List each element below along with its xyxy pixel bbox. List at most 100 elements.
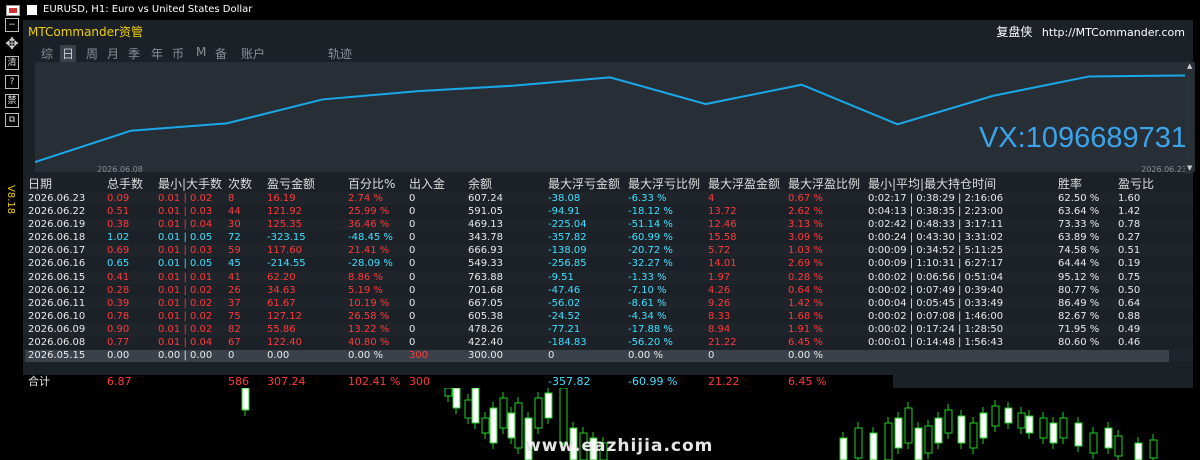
cell-mdd: -38.08 bbox=[548, 193, 581, 204]
tab-6[interactable]: 币 bbox=[172, 45, 184, 62]
tab-1[interactable]: 日 bbox=[60, 45, 77, 62]
total-mddp: -60.99 % bbox=[628, 375, 678, 388]
cell-mddp: -1.33 % bbox=[628, 271, 667, 283]
tab-5[interactable]: 年 bbox=[151, 45, 163, 62]
restore-button[interactable]: ⧉ bbox=[5, 113, 19, 127]
column-header[interactable]: 次数 bbox=[228, 177, 252, 192]
tab-0[interactable]: 综 bbox=[41, 45, 53, 62]
cell-lots: 0.38 bbox=[107, 219, 130, 231]
cell-pf: 0.51 bbox=[1118, 245, 1141, 257]
clear-button[interactable]: 清 bbox=[5, 56, 19, 70]
cell-date: 2026.06.09 bbox=[28, 323, 86, 335]
tab-3[interactable]: 月 bbox=[107, 45, 119, 62]
tab-8[interactable]: 备 bbox=[215, 45, 227, 62]
help-button[interactable]: ? bbox=[5, 75, 19, 89]
column-header[interactable]: 出入金 bbox=[409, 177, 445, 192]
column-header[interactable]: 最小|大手数 bbox=[158, 177, 222, 192]
cell-pct: 2.74 % bbox=[348, 193, 383, 204]
settings-button[interactable]: 禁 bbox=[5, 94, 19, 108]
table-row[interactable]: 2026.06.19 0.38 0.01 | 0.04 30 125.35 36.46 %… bbox=[23, 218, 1193, 232]
cell-pct: 36.46 % bbox=[348, 219, 390, 231]
move-icon[interactable]: ✥ bbox=[5, 36, 19, 52]
table-row[interactable]: 2026.06.16 0.65 0.01 | 0.05 45 -214.55 -28.09… bbox=[23, 257, 1193, 271]
cell-hold: 0:00:24 | 0:43:30 | 3:31:02 bbox=[868, 232, 1004, 244]
total-count: 586 bbox=[228, 375, 249, 388]
cell-mfe: 4 bbox=[708, 193, 715, 204]
cell-mfe: 0 bbox=[708, 350, 715, 362]
table-row[interactable]: 2026.05.15 0.00 0.00 | 0.00 0 0.00 0.00 % 300 3… bbox=[23, 349, 1193, 363]
column-header[interactable]: 最大浮盈金额 bbox=[708, 177, 780, 192]
table-row[interactable]: 2026.06.08 0.77 0.01 | 0.04 67 122.40 40.80 %… bbox=[23, 336, 1193, 350]
curve-scrollbar[interactable]: ▲ ▼ bbox=[1185, 62, 1193, 174]
column-header[interactable]: 最大浮亏金额 bbox=[548, 177, 620, 192]
column-header[interactable]: 总手数 bbox=[107, 177, 143, 192]
cell-pf: 1.60 bbox=[1118, 193, 1141, 204]
candle-body bbox=[1059, 417, 1068, 439]
table-row[interactable]: 2026.06.22 0.51 0.01 | 0.03 44 121.92 25.99 %… bbox=[23, 205, 1193, 219]
cell-mfe: 15.58 bbox=[708, 232, 737, 244]
candle-body bbox=[514, 402, 523, 449]
column-header[interactable]: 余额 bbox=[468, 177, 492, 192]
equity-point bbox=[417, 90, 420, 92]
column-header[interactable]: 百分比% bbox=[348, 177, 395, 192]
cell-balance: 478.26 bbox=[468, 323, 503, 335]
daily-stats-table: 日期 总手数 最小|大手数 次数 盈亏金额 百分比% 出入金 余额 最大浮亏金额 最大浮亏比例 最大… bbox=[23, 177, 1193, 363]
column-header[interactable]: 最大浮亏比例 bbox=[628, 177, 700, 192]
cell-count: 82 bbox=[228, 323, 241, 335]
cell-hold: 0:02:17 | 0:38:29 | 2:16:06 bbox=[868, 193, 1004, 204]
cell-mfep: 3.09 % bbox=[788, 232, 823, 244]
tab-2[interactable]: 周 bbox=[86, 45, 98, 62]
cell-io: 0 bbox=[409, 297, 416, 309]
cell-mdd: -24.52 bbox=[548, 310, 581, 322]
table-row[interactable]: 2026.06.18 1.02 0.01 | 0.05 72 -323.15 -48.45… bbox=[23, 231, 1193, 245]
table-row[interactable]: 2026.06.09 0.90 0.01 | 0.02 82 55.86 13.22 % 0… bbox=[23, 322, 1193, 337]
cell-mfep: 1.42 % bbox=[788, 297, 823, 309]
chart-title: EURUSD, H1: Euro vs United States Dollar bbox=[43, 4, 253, 15]
table-row[interactable]: 2026.06.15 0.41 0.01 | 0.01 41 62.20 8.86 % 0 7… bbox=[23, 270, 1193, 284]
cell-mfep: 0.64 % bbox=[788, 284, 823, 296]
tab-10[interactable]: 轨迹 bbox=[328, 45, 352, 62]
cell-date: 2026.06.08 bbox=[28, 337, 86, 349]
cell-io: 0 bbox=[409, 271, 416, 283]
scroll-down-icon[interactable]: ▼ bbox=[1187, 164, 1192, 172]
table-row[interactable]: 2026.06.10 0.78 0.01 | 0.02 75 127.12 26.58 %… bbox=[23, 309, 1193, 323]
column-header[interactable]: 日期 bbox=[28, 177, 52, 192]
tab-4[interactable]: 季 bbox=[128, 45, 140, 62]
table-row[interactable]: 2026.06.17 0.69 0.01 | 0.03 59 117.60 21.41 %… bbox=[23, 244, 1193, 258]
candle-body bbox=[1149, 439, 1158, 459]
cell-date: 2026.05.15 bbox=[28, 350, 86, 362]
table-row[interactable]: 2026.06.11 0.39 0.01 | 0.02 37 61.67 10.19 % 0… bbox=[23, 296, 1193, 310]
cell-count: 0 bbox=[228, 350, 235, 362]
column-header[interactable]: 最大浮盈比例 bbox=[788, 177, 860, 192]
table-row[interactable]: 2026.06.23 0.09 0.01 | 0.02 8 16.19 2.74 % 0 60… bbox=[23, 192, 1193, 206]
scroll-up-icon[interactable]: ▲ bbox=[1187, 62, 1192, 70]
column-header[interactable]: 盈亏金额 bbox=[267, 177, 315, 192]
panel-brand-link[interactable]: 复盘侠 http://MTCommander.com bbox=[996, 23, 1185, 40]
brand-url[interactable]: http://MTCommander.com bbox=[1042, 26, 1185, 39]
cell-pf: 0.49 bbox=[1118, 323, 1141, 335]
column-header[interactable]: 胜率 bbox=[1058, 177, 1082, 192]
candle-body bbox=[969, 422, 978, 449]
checkbox-icon[interactable] bbox=[27, 5, 37, 15]
cell-io: 0 bbox=[409, 323, 416, 335]
cell-mfe: 12.46 bbox=[708, 219, 737, 231]
candle-body bbox=[869, 432, 878, 460]
table-row[interactable]: 2026.06.12 0.28 0.01 | 0.02 26 34.63 5.19 % 0 7… bbox=[23, 283, 1193, 297]
cell-mddp: 0.00 % bbox=[628, 350, 663, 362]
cell-pct: 10.19 % bbox=[348, 297, 390, 309]
cell-count: 8 bbox=[228, 193, 235, 204]
column-header[interactable]: 最小|平均|最大持仓时间 bbox=[868, 177, 996, 192]
minimize-button[interactable]: − bbox=[5, 18, 19, 32]
tab-7[interactable]: M bbox=[196, 45, 206, 59]
candle-body bbox=[241, 388, 250, 411]
cell-lots: 0.90 bbox=[107, 323, 130, 335]
cell-pct: 21.41 % bbox=[348, 245, 390, 257]
candle-body bbox=[1039, 417, 1048, 439]
cell-date: 2026.06.12 bbox=[28, 284, 86, 296]
cell-pct: 0.00 % bbox=[348, 350, 383, 362]
cell-minmax: 0.00 | 0.00 bbox=[158, 350, 213, 362]
column-header[interactable]: 盈亏比 bbox=[1118, 177, 1154, 192]
tab-9[interactable]: 账户 bbox=[241, 45, 265, 62]
candle-body bbox=[854, 427, 863, 459]
contact-watermark: VX:1096689731 bbox=[978, 122, 1187, 154]
